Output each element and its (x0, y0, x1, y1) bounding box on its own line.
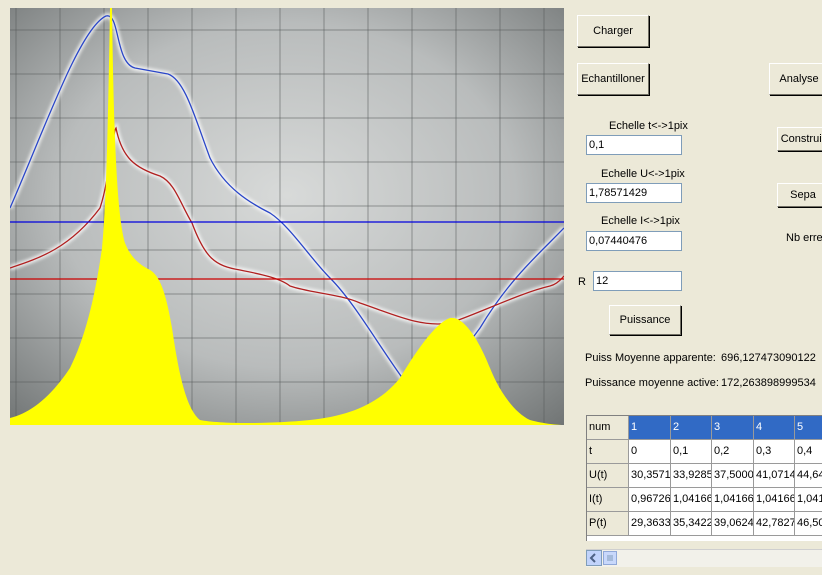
grid-cell[interactable]: 2 (671, 416, 712, 440)
grid-cell[interactable]: 41,0714 (754, 464, 795, 488)
grid-cell[interactable]: 37,5000 (712, 464, 754, 488)
echelle-u-input[interactable]: 1,78571429 (586, 183, 682, 203)
echelle-i-label: Echelle I<->1pix (601, 215, 680, 227)
puissance-button[interactable]: Puissance (609, 305, 681, 335)
apparent-power-label: Puiss Moyenne apparente: (585, 352, 716, 364)
construire-button[interactable]: Construir (777, 127, 822, 151)
grid-horizontal-scrollbar[interactable] (586, 549, 822, 567)
echelle-i-input[interactable]: 0,07440476 (586, 231, 682, 251)
grid-cell[interactable]: 1,041 (795, 488, 822, 512)
active-power-label: Puissance moyenne active: (585, 377, 719, 389)
data-grid[interactable]: num 1 2 3 4 5 t 0 0,1 0,2 0,3 0,4 U(t) 3… (586, 415, 822, 541)
grid-cell[interactable]: 0,96726 (629, 488, 671, 512)
oscilloscope-plot (10, 8, 564, 425)
scroll-thumb[interactable] (603, 551, 617, 565)
nb-erreurs-label: Nb errer (786, 232, 822, 244)
grid-cell[interactable]: 35,3422 (671, 512, 712, 536)
grid-cell[interactable]: 42,7827 (754, 512, 795, 536)
grid-row-header: t (587, 440, 629, 464)
grip-icon (607, 555, 613, 561)
grid-cell[interactable]: 1 (629, 416, 671, 440)
grid-cell[interactable]: 0,4 (795, 440, 822, 464)
grid-cell[interactable]: 1,04166 (712, 488, 754, 512)
oscilloscope-image (10, 8, 564, 425)
chevron-left-icon (589, 553, 596, 563)
grid-cell[interactable]: 0,2 (712, 440, 754, 464)
echelle-u-label: Echelle U<->1pix (601, 168, 685, 180)
scroll-left-button[interactable] (586, 550, 602, 566)
echantillonner-button[interactable]: Echantilloner (577, 63, 649, 95)
grid-cell[interactable]: 39,0624 (712, 512, 754, 536)
grid-cell[interactable]: 1,04166 (671, 488, 712, 512)
grid-row-header: I(t) (587, 488, 629, 512)
r-input[interactable]: 12 (593, 271, 682, 291)
grid-row-header: num (587, 416, 629, 440)
grid-cell[interactable]: 44,64 (795, 464, 822, 488)
charger-button[interactable]: Charger (577, 15, 649, 47)
grid-cell[interactable]: 29,3633 (629, 512, 671, 536)
grid-row-header: U(t) (587, 464, 629, 488)
analyser-button[interactable]: Analyse (769, 63, 822, 95)
echelle-t-input[interactable]: 0,1 (586, 135, 682, 155)
apparent-power-value: 696,127473090122 (721, 352, 816, 364)
grid-cell[interactable]: 3 (712, 416, 754, 440)
grid-cell[interactable]: 4 (754, 416, 795, 440)
grid-cell[interactable]: 5 (795, 416, 822, 440)
grid-cell[interactable]: 1,04166 (754, 488, 795, 512)
r-label: R (578, 276, 586, 288)
echelle-t-label: Echelle t<->1pix (609, 120, 688, 132)
grid-cell[interactable]: 0,3 (754, 440, 795, 464)
separer-button[interactable]: Sepa (777, 183, 822, 207)
grid-cell[interactable]: 0,1 (671, 440, 712, 464)
grid-cell[interactable]: 0 (629, 440, 671, 464)
grid-cell[interactable]: 33,9285 (671, 464, 712, 488)
grid-cell[interactable]: 46,50 (795, 512, 822, 536)
active-power-value: 172,263898999534 (721, 377, 816, 389)
grid-row-header: P(t) (587, 512, 629, 536)
grid-cell[interactable]: 30,3571 (629, 464, 671, 488)
